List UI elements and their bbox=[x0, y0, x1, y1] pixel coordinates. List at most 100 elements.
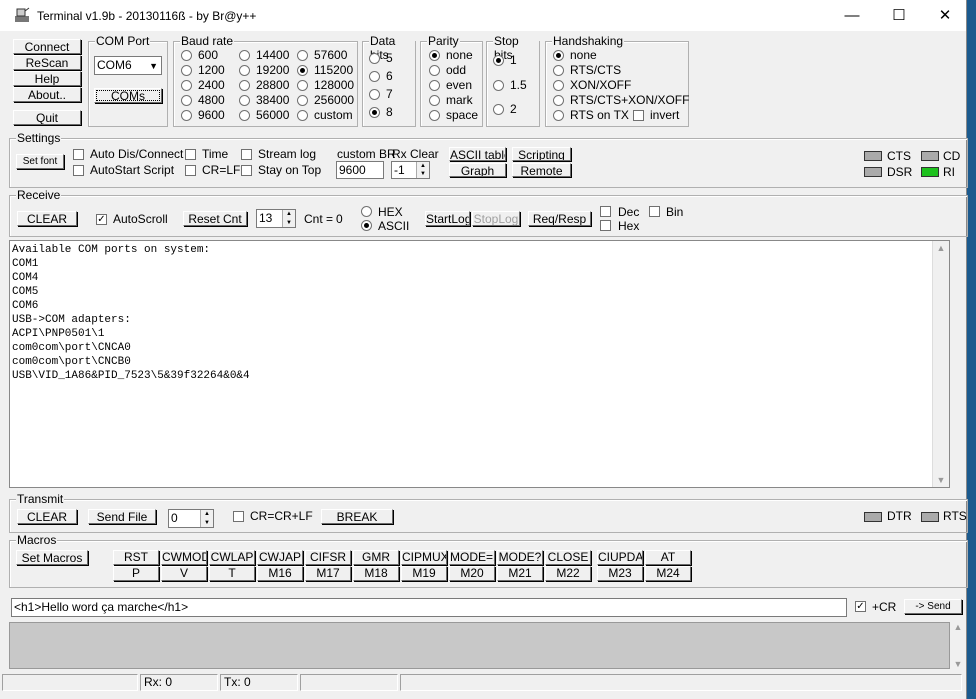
baud-rate-radio-7[interactable] bbox=[239, 80, 250, 91]
handshaking-radio-3[interactable] bbox=[553, 95, 564, 106]
baud-rate-radio-0[interactable] bbox=[181, 50, 192, 61]
baud-rate-radio-2[interactable] bbox=[181, 80, 192, 91]
baud-rate-radio-6[interactable] bbox=[239, 65, 250, 76]
macro-button[interactable]: CWLAP bbox=[209, 550, 255, 565]
cnt-input[interactable]: 13 ▲ ▼ bbox=[256, 209, 296, 228]
receive-terminal[interactable]: Available COM ports on system: COM1 COM4 CO… bbox=[9, 240, 950, 488]
dec-checkbox[interactable] bbox=[600, 206, 611, 217]
macro-button[interactable]: RST bbox=[113, 550, 159, 565]
baud-rate-radio-3[interactable] bbox=[181, 95, 192, 106]
parity-radio-4[interactable] bbox=[429, 110, 440, 121]
set-macros-button[interactable]: Set Macros bbox=[16, 550, 88, 565]
bin-checkbox[interactable] bbox=[649, 206, 660, 217]
about-button[interactable]: About.. bbox=[13, 87, 81, 102]
close-button[interactable]: ✕ bbox=[922, 0, 968, 31]
custom-br-input[interactable]: 9600 bbox=[336, 161, 384, 179]
macro-button[interactable]: M19 bbox=[401, 566, 447, 581]
send-input[interactable]: <h1>Hello word ça marche</h1> bbox=[11, 598, 847, 617]
set-font-button[interactable]: Set font bbox=[16, 154, 64, 169]
reset-cnt-button[interactable]: Reset Cnt bbox=[183, 211, 247, 226]
parity-radio-0[interactable] bbox=[429, 50, 440, 61]
send-file-button[interactable]: Send File bbox=[88, 509, 156, 524]
baud-rate-radio-12[interactable] bbox=[297, 80, 308, 91]
baud-rate-radio-11[interactable] bbox=[297, 65, 308, 76]
auto-dis-connect-checkbox[interactable] bbox=[73, 149, 84, 160]
transmit-counter-input[interactable]: 0 ▲ ▼ bbox=[168, 509, 214, 528]
receive-clear-button[interactable]: CLEAR bbox=[17, 211, 77, 226]
macro-button[interactable]: CWMODE bbox=[161, 550, 207, 565]
cnt-spinner[interactable]: ▲ ▼ bbox=[282, 210, 295, 227]
scroll-down-icon[interactable]: ▼ bbox=[933, 475, 949, 485]
parity-radio-2[interactable] bbox=[429, 80, 440, 91]
macro-button[interactable]: GMR bbox=[353, 550, 399, 565]
baud-rate-radio-9[interactable] bbox=[239, 110, 250, 121]
parity-radio-1[interactable] bbox=[429, 65, 440, 76]
send-button[interactable]: -> Send bbox=[904, 599, 962, 614]
com-port-select[interactable]: COM6 ▼ bbox=[94, 56, 162, 75]
stop-bits-radio-2[interactable] bbox=[493, 104, 504, 115]
macro-button[interactable]: V bbox=[161, 566, 207, 581]
data-bits-radio-1[interactable] bbox=[369, 71, 380, 82]
macro-button[interactable]: CIPMUX bbox=[401, 550, 447, 565]
stop-bits-radio-0[interactable] bbox=[493, 55, 504, 66]
quit-button[interactable]: Quit bbox=[13, 110, 81, 125]
ascii-radio[interactable] bbox=[361, 220, 372, 231]
help-button[interactable]: Help bbox=[13, 71, 81, 86]
hex-radio[interactable] bbox=[361, 206, 372, 217]
history-scroll-up-icon[interactable]: ▲ bbox=[950, 622, 966, 632]
autoscroll-checkbox[interactable]: ✓ bbox=[96, 214, 107, 225]
plus-cr-checkbox[interactable]: ✓ bbox=[855, 601, 866, 612]
data-bits-radio-2[interactable] bbox=[369, 89, 380, 100]
cr-lf-checkbox[interactable] bbox=[185, 165, 196, 176]
macro-button[interactable]: M18 bbox=[353, 566, 399, 581]
req-resp-button[interactable]: Req/Resp bbox=[528, 211, 591, 226]
macro-button[interactable]: M23 bbox=[597, 566, 643, 581]
macro-button[interactable]: M20 bbox=[449, 566, 495, 581]
rts-led[interactable] bbox=[921, 512, 939, 522]
baud-rate-radio-13[interactable] bbox=[297, 95, 308, 106]
macro-button[interactable]: AT bbox=[645, 550, 691, 565]
macro-button[interactable]: MODE? bbox=[497, 550, 543, 565]
macro-button[interactable]: M24 bbox=[645, 566, 691, 581]
handshaking-radio-2[interactable] bbox=[553, 80, 564, 91]
baud-rate-radio-1[interactable] bbox=[181, 65, 192, 76]
parity-radio-3[interactable] bbox=[429, 95, 440, 106]
ascii-table-button[interactable]: ASCII table bbox=[449, 147, 506, 161]
handshaking-radio-0[interactable] bbox=[553, 50, 564, 61]
maximize-button[interactable]: ☐ bbox=[876, 0, 922, 31]
invert-checkbox[interactable] bbox=[633, 110, 644, 121]
baud-rate-radio-8[interactable] bbox=[239, 95, 250, 106]
startlog-button[interactable]: StartLog bbox=[425, 211, 470, 226]
stream-log-checkbox[interactable] bbox=[241, 149, 252, 160]
break-button[interactable]: BREAK bbox=[321, 509, 393, 524]
transmit-history-area[interactable] bbox=[9, 622, 950, 669]
rescan-button[interactable]: ReScan bbox=[13, 55, 81, 70]
macro-button[interactable]: M21 bbox=[497, 566, 543, 581]
time-checkbox[interactable] bbox=[185, 149, 196, 160]
data-bits-radio-3[interactable] bbox=[369, 107, 380, 118]
data-bits-radio-0[interactable] bbox=[369, 53, 380, 64]
macro-button[interactable]: M16 bbox=[257, 566, 303, 581]
handshaking-radio-4[interactable] bbox=[553, 110, 564, 121]
baud-rate-radio-14[interactable] bbox=[297, 110, 308, 121]
transmit-clear-button[interactable]: CLEAR bbox=[17, 509, 77, 524]
stay-on-top-checkbox[interactable] bbox=[241, 165, 252, 176]
transmit-spinner[interactable]: ▲ ▼ bbox=[200, 510, 213, 527]
hex-checkbox[interactable] bbox=[600, 220, 611, 231]
baud-rate-radio-10[interactable] bbox=[297, 50, 308, 61]
rx-clear-spinner[interactable]: ▲ ▼ bbox=[416, 162, 429, 178]
macro-button[interactable]: M17 bbox=[305, 566, 351, 581]
macro-button[interactable]: CWJAP bbox=[257, 550, 303, 565]
scripting-button[interactable]: Scripting bbox=[512, 147, 571, 161]
autostart-script-checkbox[interactable] bbox=[73, 165, 84, 176]
history-scrollbar[interactable]: ▲ ▼ bbox=[950, 622, 966, 669]
macro-button[interactable]: M22 bbox=[545, 566, 591, 581]
baud-rate-radio-4[interactable] bbox=[181, 110, 192, 121]
stop-bits-radio-1[interactable] bbox=[493, 80, 504, 91]
history-scroll-down-icon[interactable]: ▼ bbox=[950, 659, 966, 669]
terminal-scrollbar[interactable]: ▲ ▼ bbox=[932, 241, 949, 487]
macro-button[interactable]: P bbox=[113, 566, 159, 581]
macro-button[interactable]: CIUPDATE bbox=[597, 550, 643, 565]
macro-button[interactable]: MODE=1 bbox=[449, 550, 495, 565]
macro-button[interactable]: CIFSR bbox=[305, 550, 351, 565]
